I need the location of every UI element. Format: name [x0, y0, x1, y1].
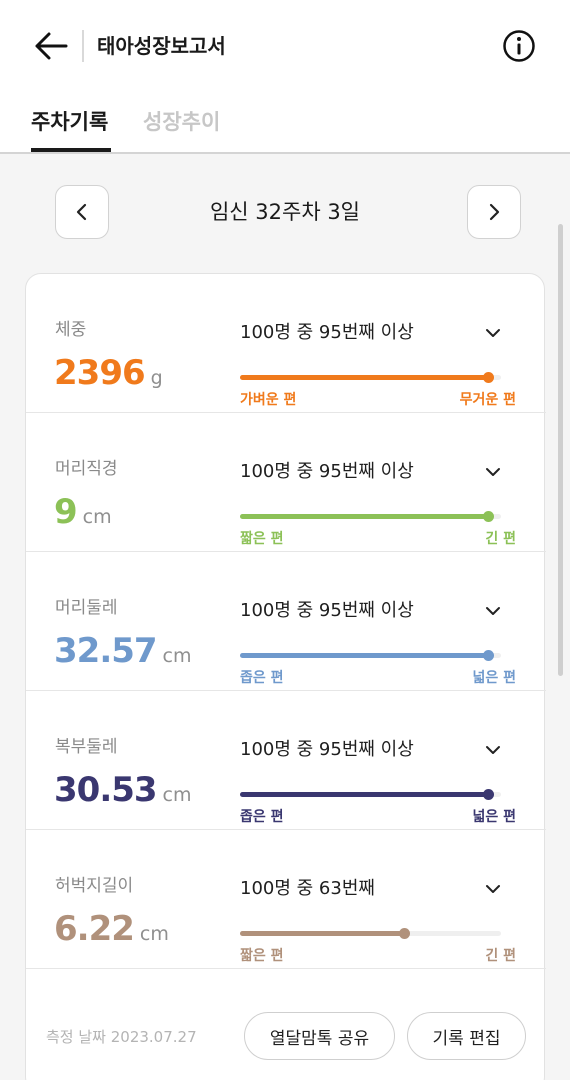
chevron-down-icon: [486, 468, 500, 476]
rank-text: 100명 중 63번째: [240, 878, 375, 899]
rank-text: 100명 중 95번째 이상: [240, 600, 414, 621]
metric-name: 머리둘레: [55, 598, 118, 618]
metric-value: 2396 g: [54, 348, 163, 404]
metric-name: 머리직경: [55, 459, 118, 479]
percentile-bar: [240, 511, 501, 522]
next-week-button[interactable]: [467, 185, 521, 239]
metric-name: 체중: [55, 320, 87, 340]
week-label: 임신 32주차 3일: [209, 200, 361, 224]
metric-head-diameter: 머리직경 9 cm 100명 중 95번째 이상 짧은 편 긴 편: [26, 413, 546, 552]
expand-toggle[interactable]: [481, 877, 505, 901]
scale-low-label: 짧은 편: [240, 531, 284, 547]
percentile-fill: [240, 792, 488, 797]
metric-value: 32.57 cm: [54, 626, 192, 682]
percentile-marker: [399, 928, 411, 939]
page-title: 태아성장보고서: [97, 34, 226, 58]
arrow-left-icon: [35, 32, 68, 60]
chevron-down-icon: [486, 746, 500, 754]
metric-weight: 체중 2396 g 100명 중 95번째 이상 가벼운 편 무거운 편: [26, 274, 546, 413]
metric-value: 30.53 cm: [54, 765, 192, 821]
metric-femur-length: 허벅지길이 6.22 cm 100명 중 63번째 짧은 편 긴 편: [26, 830, 546, 969]
rank-text: 100명 중 95번째 이상: [240, 322, 414, 343]
percentile-bar: [240, 928, 501, 939]
scale-high-label: 긴 편: [485, 531, 516, 547]
share-button[interactable]: 열달맘톡 공유: [244, 1012, 395, 1060]
metric-unit: cm: [162, 645, 192, 667]
edit-record-button[interactable]: 기록 편집: [407, 1012, 526, 1060]
main-content: 임신 32주차 3일 체중 2396 g 100명 중 95번째 이상 가벼운 편…: [0, 154, 570, 1080]
scale-high-label: 무거운 편: [459, 392, 516, 408]
metric-name: 복부둘레: [55, 737, 118, 757]
percentile-marker: [482, 511, 494, 522]
scale-high-label: 넓은 편: [472, 670, 516, 686]
metric-value: 9 cm: [54, 487, 112, 543]
tab-growth-trend[interactable]: 성장추이: [143, 106, 220, 138]
metric-number: 9: [54, 492, 78, 532]
scrollbar[interactable]: [558, 224, 563, 676]
scale-low-label: 좁은 편: [240, 670, 284, 686]
percentile-fill: [240, 514, 488, 519]
expand-toggle[interactable]: [481, 599, 505, 623]
scale-low-label: 좁은 편: [240, 809, 284, 825]
info-button[interactable]: [499, 26, 539, 66]
rank-text: 100명 중 95번째 이상: [240, 739, 414, 760]
measure-date: 측정 날짜 2023.07.27: [46, 1028, 197, 1046]
percentile-fill: [240, 931, 405, 936]
metric-name: 허벅지길이: [55, 876, 134, 896]
percentile-fill: [240, 653, 488, 658]
chevron-down-icon: [486, 885, 500, 893]
metric-number: 32.57: [54, 631, 158, 671]
metric-unit: cm: [139, 923, 169, 945]
chevron-down-icon: [486, 607, 500, 615]
percentile-bar: [240, 372, 501, 383]
percentile-marker: [482, 650, 494, 661]
chevron-down-icon: [486, 329, 500, 337]
scale-high-label: 넓은 편: [472, 809, 516, 825]
scale-low-label: 가벼운 편: [240, 392, 297, 408]
prev-week-button[interactable]: [55, 185, 109, 239]
back-button[interactable]: [30, 26, 72, 66]
chevron-right-icon: [489, 203, 500, 221]
metric-head-circumference: 머리둘레 32.57 cm 100명 중 95번째 이상 좁은 편 넓은 편: [26, 552, 546, 691]
metric-abdominal-circumference: 복부둘레 30.53 cm 100명 중 95번째 이상 좁은 편 넓은 편: [26, 691, 546, 830]
metric-number: 30.53: [54, 770, 158, 810]
metric-unit: g: [150, 367, 163, 389]
expand-toggle[interactable]: [481, 738, 505, 762]
percentile-fill: [240, 375, 488, 380]
tab-bar: 주차기록 성장추이: [0, 92, 570, 154]
percentile-bar: [240, 789, 501, 800]
chevron-left-icon: [76, 203, 87, 221]
active-tab-indicator: [31, 148, 111, 152]
expand-toggle[interactable]: [481, 460, 505, 484]
metric-number: 6.22: [54, 909, 135, 949]
scale-high-label: 긴 편: [485, 948, 516, 964]
metric-value: 6.22 cm: [54, 904, 169, 960]
expand-toggle[interactable]: [481, 321, 505, 345]
metric-unit: cm: [82, 506, 112, 528]
scale-low-label: 짧은 편: [240, 948, 284, 964]
header-divider: [82, 30, 84, 62]
percentile-marker: [482, 372, 494, 383]
card-footer: 측정 날짜 2023.07.27 열달맘톡 공유 기록 편집: [26, 992, 546, 1080]
tab-weekly-record[interactable]: 주차기록: [31, 106, 108, 138]
info-circle-icon: [503, 30, 535, 62]
metric-number: 2396: [54, 353, 146, 393]
growth-report-card: 체중 2396 g 100명 중 95번째 이상 가벼운 편 무거운 편 머리직경…: [25, 273, 546, 1080]
percentile-marker: [482, 789, 494, 800]
app-header: 태아성장보고서: [0, 0, 570, 92]
rank-text: 100명 중 95번째 이상: [240, 461, 414, 482]
percentile-bar: [240, 650, 501, 661]
metric-unit: cm: [162, 784, 192, 806]
